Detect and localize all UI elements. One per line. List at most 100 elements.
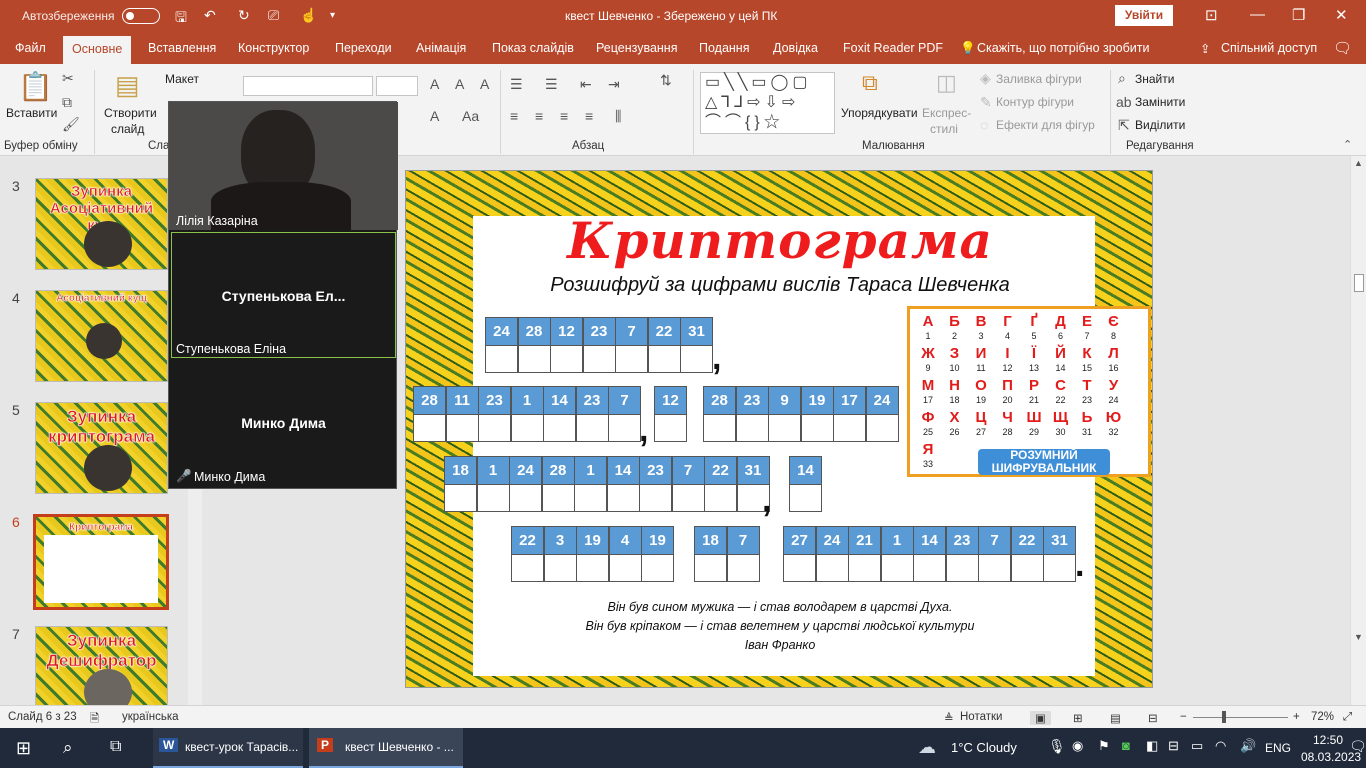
tab-foxit[interactable]: Foxit Reader PDF bbox=[843, 41, 943, 55]
align-left-icon[interactable]: ≡ bbox=[510, 108, 518, 124]
comments-icon[interactable]: 🗨 bbox=[1333, 39, 1352, 57]
indent-icon[interactable]: ⇤ bbox=[580, 76, 592, 93]
notifications-icon[interactable]: 🗨 bbox=[1349, 738, 1366, 755]
slide-thumb-7[interactable]: Зупинка Дешифратор bbox=[35, 626, 168, 706]
tray-app-icon[interactable]: ⚑ bbox=[1098, 738, 1110, 754]
arrange-button[interactable]: Упорядкувати bbox=[841, 106, 918, 120]
network-icon[interactable]: ⊟ bbox=[1168, 738, 1179, 754]
taskbar-app-powerpoint[interactable]: P квест Шевченко - ... bbox=[309, 728, 463, 768]
search-icon[interactable]: ⌕ bbox=[63, 738, 73, 758]
weather-icon[interactable]: ☁ bbox=[918, 737, 936, 758]
maximize-icon[interactable]: ❐ bbox=[1292, 6, 1305, 24]
tab-design[interactable]: Конструктор bbox=[238, 41, 309, 55]
highlight-icon[interactable]: Aa bbox=[462, 108, 479, 124]
font-size-select[interactable] bbox=[376, 76, 418, 96]
tell-me-search[interactable]: Скажіть, що потрібно зробити bbox=[977, 41, 1150, 55]
select-button[interactable]: Виділити bbox=[1135, 118, 1185, 132]
shape-fill-button[interactable]: Заливка фігури bbox=[996, 72, 1082, 86]
columns-icon[interactable]: ⫼ bbox=[615, 108, 621, 125]
layout-button[interactable]: Макет bbox=[165, 72, 199, 86]
sign-in-button[interactable]: Увійти bbox=[1115, 5, 1173, 26]
windows-start-icon[interactable]: ⊞ bbox=[16, 738, 31, 759]
language-indicator[interactable]: українська bbox=[122, 711, 179, 723]
notes-button[interactable]: Нотатки bbox=[960, 711, 1002, 723]
task-view-icon[interactable]: ⧉ bbox=[110, 738, 121, 756]
font-color-icon[interactable]: A bbox=[430, 108, 439, 124]
tab-file[interactable]: Файл bbox=[15, 41, 46, 55]
format-painter-icon[interactable]: 🖌 bbox=[62, 116, 80, 133]
slide-thumb-6-selected[interactable]: Криптограма bbox=[33, 514, 169, 610]
taskbar-app-word[interactable]: W квест-урок Тарасів... bbox=[153, 728, 303, 768]
new-slide-icon[interactable]: ▤ bbox=[115, 70, 140, 101]
tab-animations[interactable]: Анімація bbox=[416, 41, 466, 55]
undo-icon[interactable]: ↶ bbox=[204, 7, 216, 24]
paste-icon[interactable]: 📋 bbox=[18, 70, 53, 103]
find-button[interactable]: Знайти bbox=[1135, 72, 1174, 86]
slide-thumb-4[interactable]: Асоціативний кущ bbox=[35, 290, 168, 382]
save-icon[interactable]: 🖫 bbox=[175, 7, 187, 31]
quick-styles-icon[interactable]: ◫ bbox=[936, 70, 957, 96]
arrange-icon[interactable]: ⧉ bbox=[862, 70, 878, 96]
battery-icon[interactable]: ▭ bbox=[1191, 738, 1203, 754]
zoom-in-icon[interactable]: + bbox=[1293, 711, 1300, 723]
share-button[interactable]: Спільний доступ bbox=[1221, 41, 1317, 55]
input-language[interactable]: ENG bbox=[1265, 741, 1291, 755]
clock-time[interactable]: 12:50 bbox=[1313, 733, 1343, 747]
tab-transitions[interactable]: Переходи bbox=[335, 41, 392, 55]
reading-view-icon[interactable]: ▤ bbox=[1110, 711, 1121, 725]
zoom-level[interactable]: 72% bbox=[1311, 711, 1334, 723]
tab-help[interactable]: Довідка bbox=[773, 41, 818, 55]
redo-icon[interactable]: ↻ bbox=[238, 7, 250, 24]
normal-view-icon[interactable]: ▣ bbox=[1030, 711, 1051, 725]
ribbon-display-icon[interactable]: ⊡ bbox=[1205, 6, 1218, 24]
copy-icon[interactable]: ⧉ bbox=[62, 94, 72, 111]
tray-app3-icon[interactable]: ◧ bbox=[1146, 738, 1158, 754]
quick-styles-button[interactable]: Експрес- bbox=[922, 106, 971, 120]
zoom-out-icon[interactable]: − bbox=[1180, 711, 1187, 723]
slide-thumb-3[interactable]: Зупинка Асоціативний кущ bbox=[35, 178, 168, 270]
tab-view[interactable]: Подання bbox=[699, 41, 749, 55]
wifi-icon[interactable]: ◠ bbox=[1215, 738, 1226, 754]
touch-mode-icon[interactable]: ☝ bbox=[300, 7, 317, 24]
slide-thumb-5[interactable]: Зупинка криптограма bbox=[35, 402, 168, 494]
collapse-ribbon-icon[interactable]: ⌃ bbox=[1343, 138, 1352, 151]
tab-home[interactable]: Основне bbox=[63, 36, 132, 64]
new-slide-button[interactable]: Створити bbox=[104, 106, 157, 120]
tab-slideshow[interactable]: Показ слайдів bbox=[492, 41, 574, 55]
shape-outline-button[interactable]: Контур фігури bbox=[996, 95, 1074, 109]
scroll-thumb[interactable] bbox=[1354, 274, 1364, 292]
font-name-select[interactable] bbox=[243, 76, 373, 96]
video-call-panel[interactable]: Лілія Казаріна Ступенькова Ел... Ступень… bbox=[168, 101, 398, 489]
tab-review[interactable]: Рецензування bbox=[596, 41, 677, 55]
present-icon[interactable]: ⎚ bbox=[268, 7, 279, 24]
slide-canvas[interactable]: Криптограма Розшифруй за цифрами вислів … bbox=[405, 170, 1153, 688]
shape-effects-button[interactable]: Ефекти для фігур bbox=[996, 118, 1095, 132]
microphone-icon[interactable]: 🎙 bbox=[1048, 738, 1066, 755]
autosave-toggle[interactable] bbox=[122, 8, 160, 24]
outdent-icon[interactable]: ⇥ bbox=[608, 76, 620, 93]
tab-insert[interactable]: Вставлення bbox=[148, 41, 216, 55]
clear-format-icon[interactable]: A bbox=[480, 76, 489, 92]
text-direction-icon[interactable]: ⇅ bbox=[660, 72, 672, 89]
slide-sorter-icon[interactable]: ⊞ bbox=[1073, 711, 1083, 725]
justify-icon[interactable]: ≡ bbox=[585, 108, 593, 124]
shapes-gallery[interactable]: ▭╲╲▭◯▢ △⅂⅃⇨⇩⇨ ⌒⌒{}☆ bbox=[700, 72, 835, 134]
zoom-tray-icon[interactable]: ◉ bbox=[1072, 738, 1083, 754]
align-center-icon[interactable]: ≡ bbox=[535, 108, 543, 124]
slide-scrollbar[interactable]: ▲ ▼ bbox=[1350, 156, 1366, 705]
slideshow-view-icon[interactable]: ⊟ bbox=[1148, 711, 1158, 725]
tray-app2-icon[interactable]: ◙ bbox=[1122, 738, 1130, 753]
fit-slide-icon[interactable]: ⤢ bbox=[1343, 711, 1352, 724]
shrink-font-icon[interactable]: A bbox=[455, 76, 464, 92]
align-right-icon[interactable]: ≡ bbox=[560, 108, 568, 124]
bullets-icon[interactable]: ☰ bbox=[510, 76, 523, 93]
cut-icon[interactable]: ✂ bbox=[62, 70, 74, 87]
paste-button[interactable]: Вставити bbox=[6, 106, 57, 120]
close-icon[interactable]: ✕ bbox=[1335, 6, 1348, 24]
zoom-slider[interactable] bbox=[1193, 717, 1288, 718]
weather-text[interactable]: 1°C Cloudy bbox=[951, 740, 1017, 755]
numbering-icon[interactable]: ☰ bbox=[545, 76, 558, 93]
grow-font-icon[interactable]: A bbox=[430, 76, 439, 92]
volume-icon[interactable]: 🔊 bbox=[1240, 738, 1256, 754]
minimize-icon[interactable]: — bbox=[1250, 6, 1265, 23]
